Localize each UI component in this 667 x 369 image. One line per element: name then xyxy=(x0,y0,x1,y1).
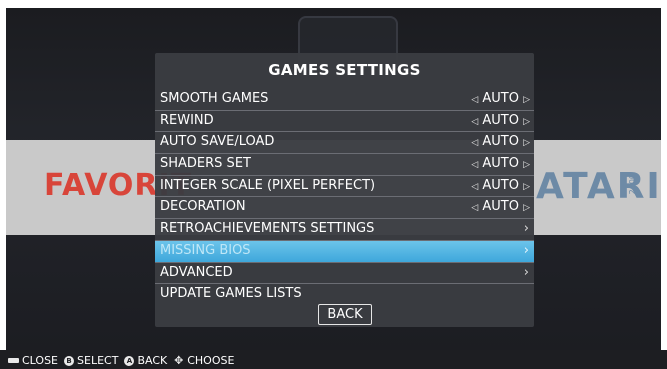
menu-item-label: DECORATION xyxy=(160,199,246,215)
right-triangle-icon[interactable]: ▷ xyxy=(523,138,530,148)
left-triangle-icon[interactable]: ◁ xyxy=(471,117,478,127)
menu-item-retroachievements-settings[interactable]: RETROACHIEVEMENTS SETTINGS › xyxy=(155,219,534,241)
menu-item-shaders-set[interactable]: SHADERS SET ◁ AUTO ▷ xyxy=(155,154,534,176)
menu-item-integer-scale[interactable]: INTEGER SCALE (PIXEL PERFECT) ◁ AUTO ▷ xyxy=(155,176,534,198)
menu-item-label: RETROACHIEVEMENTS SETTINGS xyxy=(160,221,375,237)
menu-item-label: UPDATE GAMES LISTS xyxy=(160,286,302,302)
option-value: ◁ AUTO ▷ xyxy=(471,111,530,132)
right-triangle-icon[interactable]: ▷ xyxy=(523,182,530,192)
right-triangle-icon[interactable]: ▷ xyxy=(523,160,530,170)
left-triangle-icon[interactable]: ◁ xyxy=(471,95,478,105)
hint-choose: ✥ CHOOSE xyxy=(173,354,234,367)
option-value: ◁ AUTO ▷ xyxy=(471,176,530,197)
hint-select-label: SELECT xyxy=(77,354,119,367)
b-button-icon: B xyxy=(64,355,75,366)
hint-back: A BACK xyxy=(124,354,167,367)
option-value-text: AUTO xyxy=(482,156,519,172)
menu-item-label: AUTO SAVE/LOAD xyxy=(160,134,275,150)
footer-hints: CLOSE B SELECT A BACK ✥ CHOOSE xyxy=(8,352,663,369)
option-value-text: AUTO xyxy=(482,177,519,193)
menu-item-label: MISSING BIOS xyxy=(160,242,251,258)
games-settings-panel: GAMES SETTINGS SMOOTH GAMES ◁ AUTO ▷ REW… xyxy=(155,53,534,327)
hint-select: B SELECT xyxy=(64,354,118,367)
option-value-text: AUTO xyxy=(482,134,519,150)
left-triangle-icon[interactable]: ◁ xyxy=(471,203,478,213)
option-value: ◁ AUTO ▷ xyxy=(471,154,530,175)
option-value: ◁ AUTO ▷ xyxy=(471,89,530,110)
menu-item-auto-save-load[interactable]: AUTO SAVE/LOAD ◁ AUTO ▷ xyxy=(155,132,534,155)
hint-close-label: CLOSE xyxy=(22,354,59,367)
option-value: ◁ AUTO ▷ xyxy=(471,132,530,153)
panel-title: GAMES SETTINGS xyxy=(268,61,421,79)
menu-item-label: SMOOTH GAMES xyxy=(160,91,269,106)
screen: FAVORIT ATARI 2600 GAMES SETTINGS SMOOTH… xyxy=(6,8,661,352)
back-button[interactable]: BACK xyxy=(318,304,372,325)
left-triangle-icon[interactable]: ◁ xyxy=(471,160,478,170)
chevron-right-icon: › xyxy=(523,221,529,237)
right-triangle-icon[interactable]: ▷ xyxy=(523,95,530,105)
option-value-text: AUTO xyxy=(482,91,519,106)
left-triangle-icon[interactable]: ◁ xyxy=(471,182,478,192)
right-triangle-icon[interactable]: ▷ xyxy=(523,117,530,127)
chevron-right-icon: › xyxy=(523,264,529,280)
option-value-text: AUTO xyxy=(482,199,519,215)
menu-item-label: ADVANCED xyxy=(160,264,233,280)
option-value-text: AUTO xyxy=(482,112,519,128)
dpad-icon: ✥ xyxy=(174,353,184,367)
option-value: ◁ AUTO ▷ xyxy=(471,197,530,218)
hint-back-label: BACK xyxy=(137,354,168,367)
background-atari-logo: ATARI xyxy=(536,166,661,207)
menu-item-label: REWIND xyxy=(160,112,214,128)
hint-close: CLOSE xyxy=(8,354,58,367)
hint-choose-label: CHOOSE xyxy=(187,354,235,367)
menu-item-smooth-games[interactable]: SMOOTH GAMES ◁ AUTO ▷ xyxy=(155,89,534,111)
chevron-right-icon: › xyxy=(523,242,529,258)
settings-menu: SMOOTH GAMES ◁ AUTO ▷ REWIND ◁ AUTO ▷ AU… xyxy=(155,89,534,305)
menu-item-missing-bios[interactable]: MISSING BIOS › xyxy=(155,240,534,263)
menu-item-decoration[interactable]: DECORATION ◁ AUTO ▷ xyxy=(155,197,534,220)
menu-item-update-games-lists[interactable]: UPDATE GAMES LISTS xyxy=(155,284,534,305)
right-triangle-icon[interactable]: ▷ xyxy=(523,203,530,213)
start-button-icon xyxy=(8,358,19,363)
background-atari-sublogo: 2600 xyxy=(628,174,637,195)
menu-item-label: SHADERS SET xyxy=(160,156,251,172)
left-triangle-icon[interactable]: ◁ xyxy=(471,138,478,148)
a-button-icon: A xyxy=(124,355,135,366)
menu-item-rewind[interactable]: REWIND ◁ AUTO ▷ xyxy=(155,111,534,133)
menu-item-advanced[interactable]: ADVANCED › xyxy=(155,263,534,285)
menu-item-label: INTEGER SCALE (PIXEL PERFECT) xyxy=(160,177,376,193)
